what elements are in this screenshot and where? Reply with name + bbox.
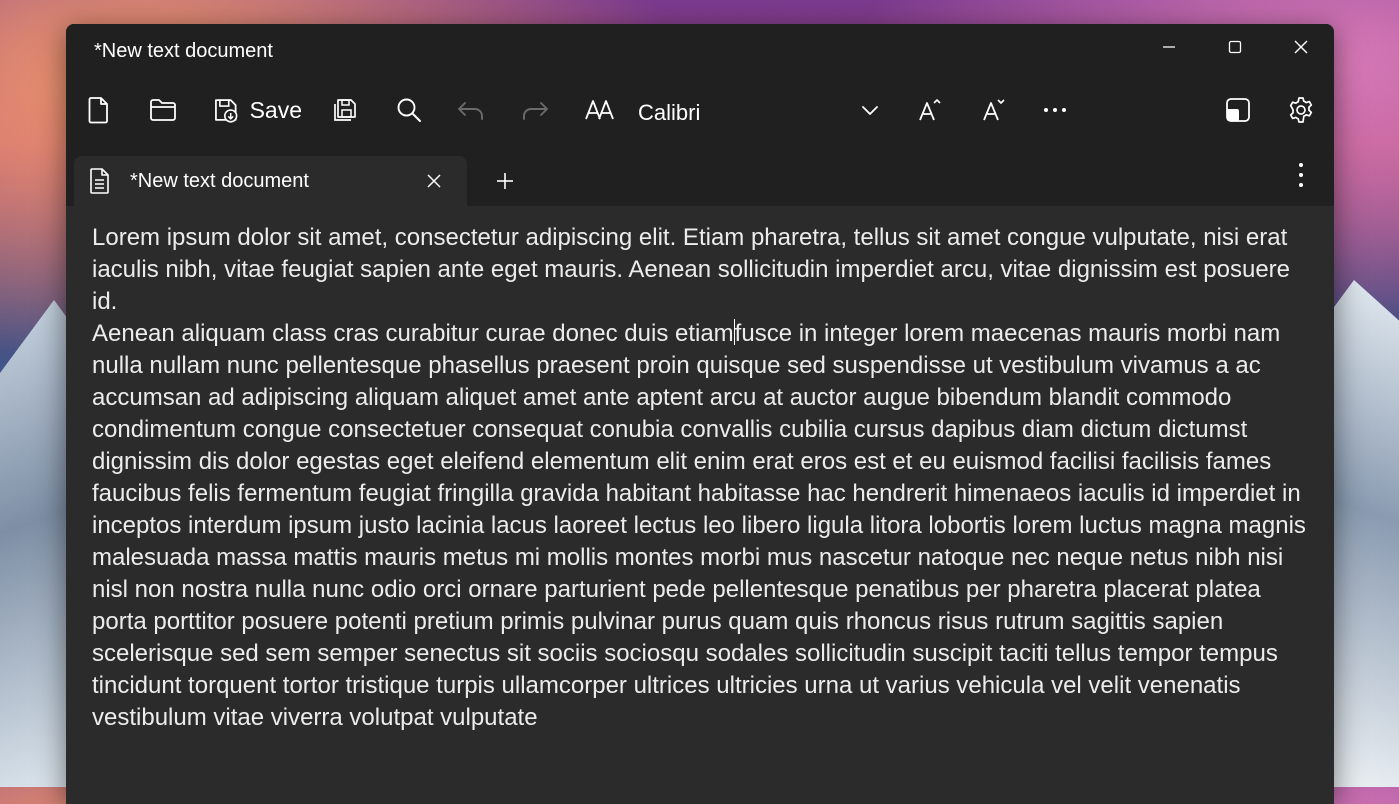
- undo-button[interactable]: [456, 88, 486, 132]
- increase-font-button[interactable]: [916, 88, 944, 132]
- font-icon: [585, 100, 614, 120]
- redo-icon: [523, 102, 548, 120]
- search-icon: [397, 98, 421, 122]
- redo-button[interactable]: [520, 88, 550, 132]
- plus-icon: [497, 173, 513, 189]
- document-icon: [90, 168, 109, 194]
- minimize-button[interactable]: [1136, 24, 1202, 70]
- paragraph-2-end: fusce in integer lorem maecenas mauris m…: [92, 320, 1313, 731]
- save-label: Save: [249, 96, 302, 123]
- app-window: *New text document Save Calibri *New tex…: [66, 24, 1334, 804]
- save-as-button[interactable]: [330, 88, 360, 132]
- editor-content[interactable]: Lorem ipsum dolor sit amet, consectetur …: [92, 222, 1307, 734]
- tab-options-button[interactable]: [1286, 158, 1316, 192]
- more-vertical-icon: [1299, 163, 1303, 187]
- folder-icon: [150, 99, 176, 121]
- gear-icon: [1289, 97, 1313, 123]
- more-icon: [1044, 108, 1066, 112]
- font-name-select[interactable]: Calibri: [638, 100, 700, 126]
- paragraph-2-start: Aenean aliquam class cras curabitur cura…: [92, 320, 734, 347]
- title-bar[interactable]: *New text document: [66, 24, 1334, 80]
- compact-overlay-icon: [1226, 98, 1250, 122]
- new-file-button[interactable]: [84, 88, 114, 132]
- tab-bar: *New text document: [66, 154, 1334, 206]
- find-button[interactable]: [394, 88, 424, 132]
- tab-label: *New text document: [130, 170, 309, 192]
- new-tab-button[interactable]: [490, 166, 520, 196]
- toolbar: Save Calibri: [66, 80, 1334, 144]
- new-file-icon: [88, 97, 108, 124]
- font-increase-icon: [919, 99, 941, 121]
- undo-icon: [458, 102, 483, 120]
- paragraph-1: Lorem ipsum dolor sit amet, consectetur …: [92, 224, 1297, 315]
- maximize-button[interactable]: [1202, 24, 1268, 70]
- save-icon: [215, 99, 238, 123]
- close-icon: [427, 174, 441, 188]
- settings-button[interactable]: [1286, 88, 1316, 132]
- save-as-icon: [334, 99, 356, 121]
- save-button[interactable]: Save: [212, 88, 302, 132]
- close-tab-button[interactable]: [422, 169, 446, 193]
- open-file-button[interactable]: [146, 88, 180, 132]
- compact-overlay-button[interactable]: [1224, 88, 1252, 132]
- close-window-button[interactable]: [1268, 24, 1334, 70]
- text-editor[interactable]: Lorem ipsum dolor sit amet, consectetur …: [66, 206, 1334, 804]
- window-controls: [1136, 24, 1334, 70]
- tab-new-text-document[interactable]: *New text document: [74, 156, 467, 206]
- minimize-icon: [1163, 46, 1175, 48]
- font-button[interactable]: [584, 88, 616, 132]
- close-icon: [1294, 40, 1308, 54]
- maximize-icon: [1228, 40, 1242, 54]
- decrease-font-button[interactable]: [980, 88, 1008, 132]
- more-options-button[interactable]: [1040, 88, 1070, 132]
- chevron-down-icon: [862, 106, 878, 115]
- window-title: *New text document: [94, 40, 273, 62]
- font-dropdown-button[interactable]: [856, 88, 884, 132]
- font-decrease-icon: [983, 99, 1005, 121]
